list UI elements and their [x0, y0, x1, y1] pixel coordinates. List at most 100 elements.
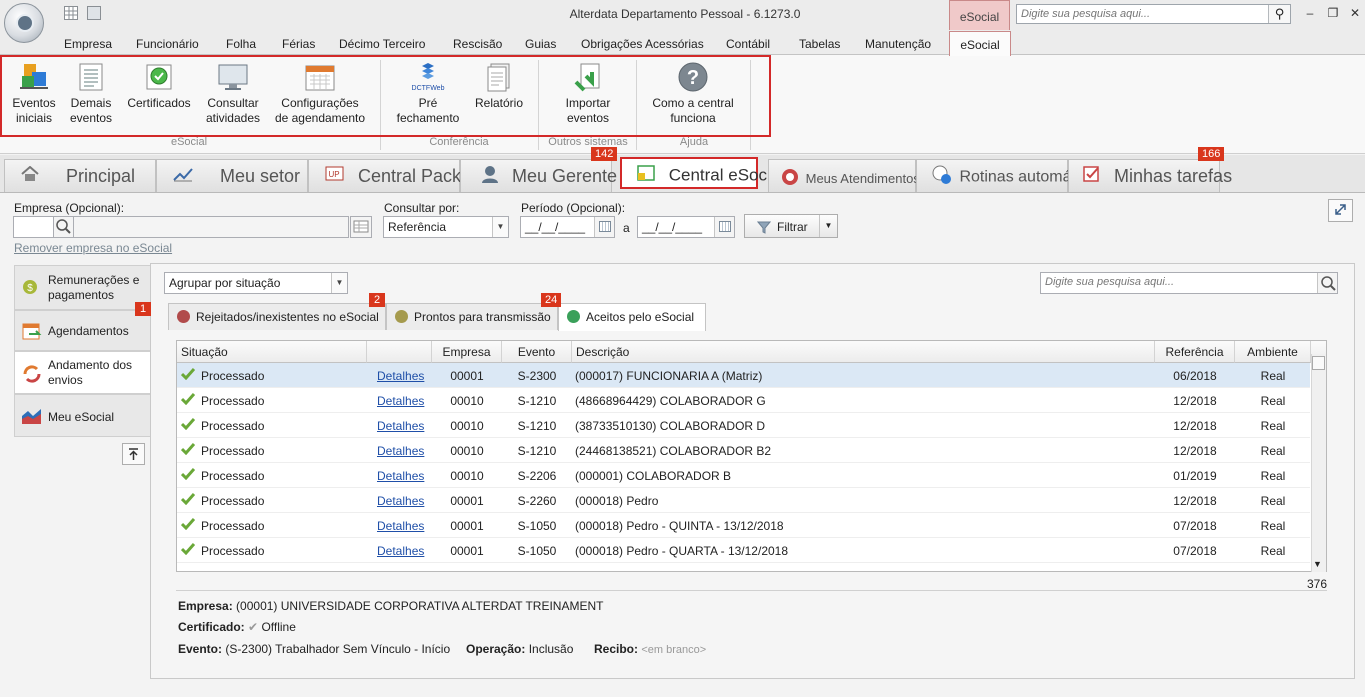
- cell-referencia: 12/2018: [1173, 394, 1217, 408]
- menu-obrigacoes[interactable]: Obrigações Acessórias: [581, 37, 704, 51]
- col-ambiente[interactable]: Ambiente: [1235, 341, 1311, 363]
- global-search[interactable]: ⚲: [1016, 4, 1291, 24]
- grid-icon[interactable]: [64, 6, 78, 20]
- consultar-select[interactable]: Referência ▼: [383, 216, 509, 238]
- calendar-arrow-icon: [21, 321, 43, 343]
- col-situacao[interactable]: Situação: [177, 341, 367, 363]
- agendamentos-badge: 1: [135, 302, 151, 316]
- detalhes-link[interactable]: Detalhes: [377, 419, 424, 433]
- scrollbar-thumb[interactable]: [1312, 356, 1325, 370]
- tab-central-packup[interactable]: UP Central PackUp: [308, 159, 484, 192]
- menu-decimo-terceiro[interactable]: Décimo Terceiro: [339, 37, 425, 51]
- menu-rescisao[interactable]: Rescisão: [453, 37, 502, 51]
- tab-minhas-tarefas[interactable]: Minhas tarefas: [1068, 159, 1232, 192]
- prontos-badge: 24: [541, 293, 561, 307]
- close-icon[interactable]: ✕: [1347, 6, 1363, 20]
- check-icon: [181, 493, 195, 505]
- cell-evento: S-1210: [517, 444, 557, 458]
- table-row[interactable]: Processado Detalhes 00010 S-1210 (4866896442…: [177, 388, 1310, 413]
- tab-meu-setor[interactable]: Meu setor: [156, 159, 308, 192]
- expand-button[interactable]: [1328, 199, 1353, 222]
- empresa-label: Empresa (Opcional):: [14, 201, 125, 215]
- ribbon-group-outros-sistemas: Outros sistemas: [548, 136, 628, 148]
- col-referencia[interactable]: Referência: [1155, 341, 1235, 363]
- packup-icon: UP: [325, 166, 345, 187]
- col-detalhes[interactable]: [367, 341, 432, 363]
- nav-andamento-envios[interactable]: Andamento dos envios: [14, 351, 154, 394]
- app-logo-button[interactable]: [4, 3, 44, 43]
- menu-empresa[interactable]: Empresa: [64, 37, 112, 51]
- remover-empresa-link[interactable]: Remover empresa no eSocial: [14, 241, 172, 255]
- group-by-select[interactable]: Agrupar por situação ▼: [164, 272, 348, 294]
- table-row[interactable]: Processado Detalhes 00010 S-2206 (000001) CO…: [177, 463, 1310, 488]
- col-descricao[interactable]: Descrição: [572, 341, 1155, 363]
- detalhes-link[interactable]: Detalhes: [377, 369, 424, 383]
- check-icon: [181, 393, 195, 405]
- nav-agendamentos[interactable]: Agendamentos: [14, 310, 151, 351]
- scroll-down-icon[interactable]: ▼: [1313, 559, 1322, 569]
- info-certificado: Certificado: ✔ Offline: [178, 620, 296, 634]
- tab-central-esocial[interactable]: Central eSocial: [620, 157, 784, 189]
- tab-meu-gerente[interactable]: Meu Gerente: [460, 159, 617, 192]
- cell-situacao: Processado: [201, 519, 265, 533]
- menu-contabil[interactable]: Contábil: [726, 37, 770, 51]
- cell-ambiente: Real: [1260, 544, 1286, 558]
- menu-manutencao[interactable]: Manutenção: [865, 37, 931, 51]
- detalhes-link[interactable]: Detalhes: [377, 469, 424, 483]
- pages-icon[interactable]: [87, 6, 101, 20]
- menu-tabelas[interactable]: Tabelas: [799, 37, 840, 51]
- global-search-input[interactable]: [1017, 5, 1267, 23]
- table-row[interactable]: Processado Detalhes 00010 S-1210 (3873351013…: [177, 413, 1310, 438]
- date-from-input[interactable]: __/__/____: [520, 216, 615, 238]
- empresa-code-input[interactable]: [13, 216, 54, 238]
- empresa-search-button[interactable]: [53, 216, 74, 238]
- table-row[interactable]: Processado Detalhes 00001 S-1050 (000018) Pe…: [177, 513, 1310, 538]
- subtab-rejeitados[interactable]: Rejeitados/inexistentes no eSocial: [168, 303, 386, 330]
- date-to-input[interactable]: __/__/____: [637, 216, 735, 238]
- detalhes-link[interactable]: Detalhes: [377, 444, 424, 458]
- col-empresa[interactable]: Empresa: [432, 341, 502, 363]
- info-empresa: Empresa: (00001) UNIVERSIDADE CORPORATIV…: [178, 599, 604, 613]
- row-count: 376: [1307, 577, 1328, 591]
- menu-esocial[interactable]: eSocial: [949, 31, 1011, 56]
- detalhes-link[interactable]: Detalhes: [377, 544, 424, 558]
- nav-meu-esocial[interactable]: Meu eSocial: [14, 394, 151, 437]
- minimize-icon[interactable]: –: [1302, 6, 1318, 20]
- collapse-up-button[interactable]: [122, 443, 145, 465]
- cell-descricao: (48668964429) COLABORADOR G: [575, 394, 766, 408]
- menu-funcionario[interactable]: Funcionário: [136, 37, 199, 51]
- subtab-aceitos[interactable]: Aceitos pelo eSocial: [558, 303, 706, 331]
- table-row[interactable]: Processado Detalhes 00001 S-1050 (000018) Pe…: [177, 538, 1310, 563]
- table-row[interactable]: Processado Detalhes 00010 S-1210 (2446813852…: [177, 438, 1310, 463]
- table-row[interactable]: Processado Detalhes 00001 S-2300 (000017) FU…: [177, 363, 1310, 388]
- detalhes-link[interactable]: Detalhes: [377, 519, 424, 533]
- table-lookup-button[interactable]: [350, 216, 372, 238]
- detalhes-link[interactable]: Detalhes: [377, 494, 424, 508]
- cell-evento: S-2300: [517, 369, 557, 383]
- user-icon: [481, 165, 499, 188]
- cell-evento: S-2260: [517, 494, 557, 508]
- cell-referencia: 12/2018: [1173, 444, 1217, 458]
- support-icon: [781, 168, 799, 189]
- subtab-prontos[interactable]: Prontos para transmissão: [386, 303, 558, 330]
- menu-ferias[interactable]: Férias: [282, 37, 315, 51]
- tab-meus-atendimentos[interactable]: Meus Atendimentos: [768, 159, 920, 192]
- table-scrollbar[interactable]: [1311, 354, 1326, 572]
- nav-remuneracoes[interactable]: $ Remunerações e pagamentos: [14, 265, 151, 310]
- tab-principal[interactable]: Principal: [4, 159, 156, 192]
- col-evento[interactable]: Evento: [502, 341, 572, 363]
- expand-icon: [1335, 204, 1346, 215]
- info-recibo: Recibo: <em branco>: [594, 642, 707, 656]
- menu-folha[interactable]: Folha: [226, 37, 256, 51]
- restore-icon[interactable]: ❐: [1325, 6, 1341, 20]
- table-row[interactable]: Processado Detalhes 00001 S-2260 (000018) Pe…: [177, 488, 1310, 513]
- detalhes-link[interactable]: Detalhes: [377, 394, 424, 408]
- search-icon[interactable]: ⚲: [1268, 5, 1290, 23]
- cell-referencia: 06/2018: [1173, 369, 1217, 383]
- menu-guias[interactable]: Guias: [525, 37, 556, 51]
- content-search[interactable]: Digite sua pesquisa aqui...: [1040, 272, 1338, 294]
- filtrar-button[interactable]: Filtrar ▼: [744, 214, 838, 238]
- cell-empresa: 00001: [450, 369, 484, 383]
- table-icon: [353, 220, 369, 233]
- tab-rotinas-automaticas[interactable]: Rotinas automáticas: [916, 159, 1104, 192]
